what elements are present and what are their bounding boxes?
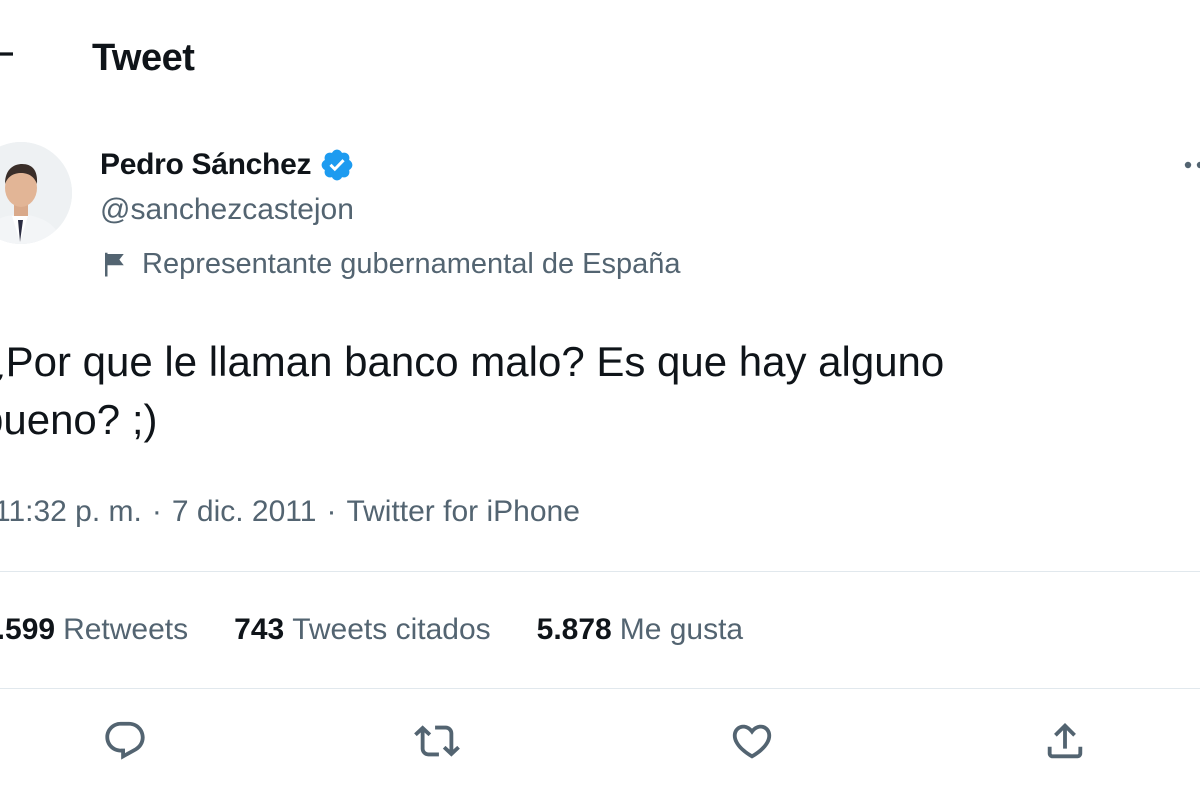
retweets-label: Retweets <box>63 613 189 646</box>
like-icon[interactable] <box>727 716 777 766</box>
quotes-label: Tweets citados <box>292 613 491 646</box>
reply-icon[interactable] <box>100 716 150 766</box>
tweet-meta: 11:32 p. m. · 7 dic. 2011 · Twitter for … <box>0 492 580 532</box>
retweets-stat[interactable]: 1.599 Retweets <box>0 613 188 647</box>
author-handle[interactable]: @sanchezcastejon <box>100 190 354 230</box>
tweet-date[interactable]: 7 dic. 2011 <box>172 492 317 532</box>
tweet-text: ¿Por que le llaman banco malo? Es que ha… <box>0 338 945 443</box>
quotes-count: 743 <box>234 613 285 646</box>
divider <box>0 688 1200 689</box>
verified-badge-icon <box>319 147 355 183</box>
government-label[interactable]: Representante gubernamental de España <box>100 244 681 284</box>
meta-separator: · <box>151 495 162 528</box>
author-name[interactable]: Pedro Sánchez <box>100 148 311 182</box>
author-name-row[interactable]: Pedro Sánchez <box>100 142 355 188</box>
tweet-page: Tweet Pedro Sánchez @sanchezcastejon Rep… <box>0 0 1200 800</box>
flag-icon <box>100 249 130 279</box>
avatar[interactable] <box>0 142 72 244</box>
likes-stat[interactable]: 5.878 Me gusta <box>537 613 743 647</box>
tweet-stats: 1.599 Retweets 743 Tweets citados 5.878 … <box>0 608 789 652</box>
share-icon[interactable] <box>1040 716 1090 766</box>
quotes-stat[interactable]: 743 Tweets citados <box>234 613 491 647</box>
tweet-source[interactable]: Twitter for iPhone <box>346 492 579 532</box>
more-options-icon[interactable] <box>1182 150 1200 180</box>
page-title: Tweet <box>92 37 195 79</box>
retweets-count: 1.599 <box>0 613 56 646</box>
likes-count: 5.878 <box>536 613 612 646</box>
back-arrow-icon[interactable] <box>0 34 18 74</box>
government-label-text: Representante gubernamental de España <box>142 247 681 280</box>
meta-separator: · <box>326 495 337 528</box>
tweet-time[interactable]: 11:32 p. m. <box>0 492 142 532</box>
retweet-icon[interactable] <box>412 716 462 766</box>
likes-label: Me gusta <box>619 613 744 646</box>
divider <box>0 571 1200 572</box>
